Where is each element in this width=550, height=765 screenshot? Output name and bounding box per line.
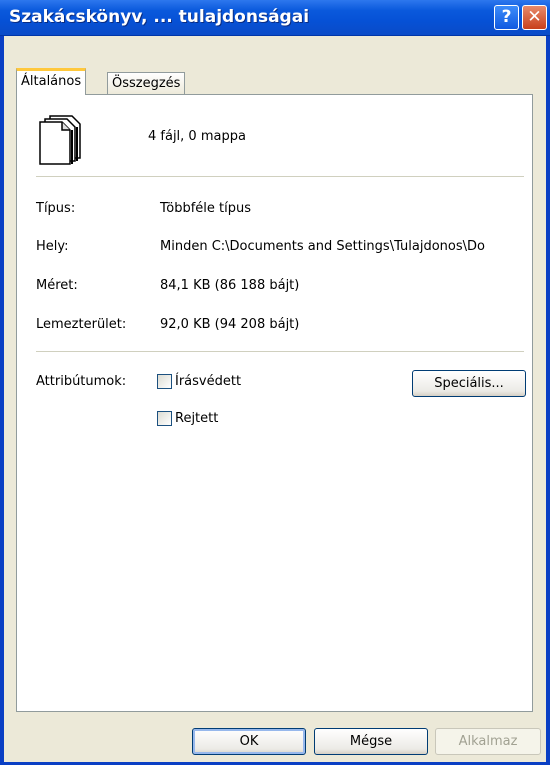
attributes-label: Attribútumok: [36, 374, 127, 389]
multiple-files-icon [39, 115, 81, 165]
general-panel [16, 94, 533, 712]
hidden-label[interactable]: Rejtett [175, 411, 218, 426]
selection-summary: 4 fájl, 0 mappa [148, 129, 246, 144]
apply-button: Alkalmaz [435, 728, 541, 755]
close-icon[interactable]: ✕ [522, 5, 547, 30]
ok-button[interactable]: OK [192, 728, 306, 755]
type-value: Többféle típus [160, 201, 251, 216]
location-value: Minden C:\Documents and Settings\Tulajdo… [160, 239, 485, 254]
cancel-button[interactable]: Mégse [314, 728, 428, 755]
separator [36, 176, 524, 177]
dialog-client: Általános Összegzés 4 fájl, 0 mappa Típu… [4, 36, 546, 762]
title-bar[interactable]: Szakácskönyv, ... tulajdonságai ? ✕ [0, 0, 550, 36]
separator [36, 351, 524, 352]
location-label: Hely: [36, 239, 69, 254]
size-label: Méret: [36, 278, 78, 293]
size-on-disk-label: Lemezterület: [36, 317, 127, 332]
properties-window: Szakácskönyv, ... tulajdonságai ? ✕ Álta… [0, 0, 550, 765]
window-title: Szakácskönyv, ... tulajdonságai [9, 7, 310, 27]
size-on-disk-value: 92,0 KB (94 208 bájt) [160, 317, 300, 332]
tab-general[interactable]: Általános [16, 68, 87, 95]
advanced-button[interactable]: Speciális... [412, 370, 526, 397]
help-icon[interactable]: ? [494, 5, 519, 30]
type-label: Típus: [36, 201, 76, 216]
size-value: 84,1 KB (86 188 bájt) [160, 278, 300, 293]
readonly-label[interactable]: Írásvédett [175, 374, 241, 389]
readonly-checkbox[interactable] [157, 374, 172, 389]
tab-summary[interactable]: Összegzés [107, 72, 186, 95]
hidden-checkbox[interactable] [157, 411, 172, 426]
